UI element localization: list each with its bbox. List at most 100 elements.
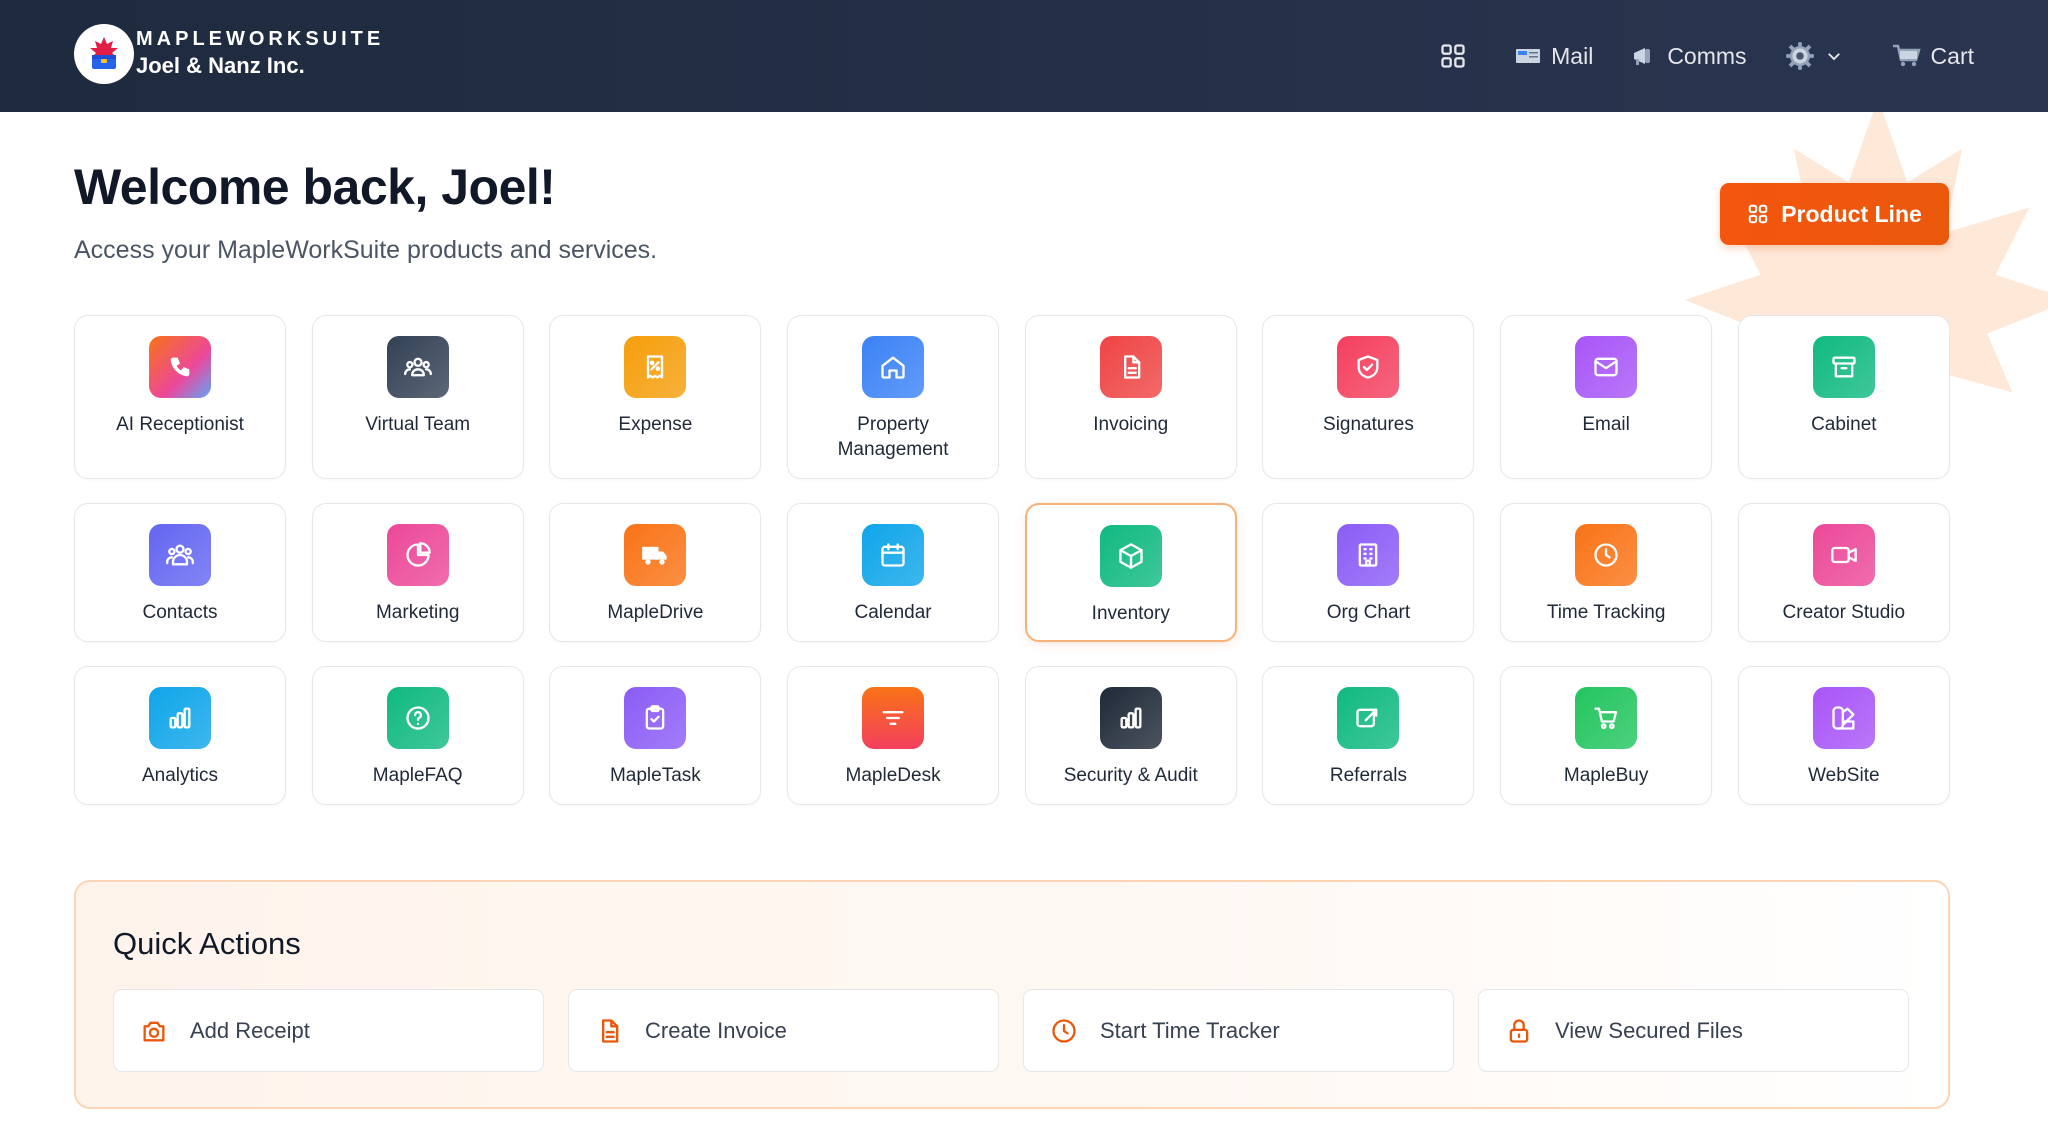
app-card-maplefaq[interactable]: MapleFAQ [311,666,524,805]
app-card-label: Contacts [142,602,218,623]
quick-actions-panel: Quick Actions Add Receipt Create Invoice S… [74,880,1950,1109]
home-icon [862,336,925,398]
nav-comms[interactable]: Comms [1631,43,1747,70]
people-icon [149,524,211,586]
cart-icon [1575,687,1638,749]
brand-name: MAPLEWORKSUITE [136,28,385,50]
company-name: Joel & Nanz Inc. [136,53,305,78]
quick-action-add-receipt[interactable]: Add Receipt [113,989,544,1072]
share-icon [1337,687,1400,749]
gear-icon [1785,41,1815,71]
page-title: Welcome back, Joel! [74,159,556,215]
app-card-time-tracking[interactable]: Time Tracking [1500,503,1713,642]
app-card-label: MapleDesk [845,765,941,786]
app-card-label: Calendar [854,602,932,623]
clock-icon [1050,1017,1078,1045]
quick-action-view-secured-files[interactable]: View Secured Files [1478,989,1909,1072]
app-card-label: MapleTask [609,765,701,786]
quick-action-label: View Secured Files [1555,1017,1743,1043]
app-card-marketing[interactable]: Marketing [311,503,524,642]
app-card-contacts[interactable]: Contacts [74,503,286,642]
quick-actions-title: Quick Actions [113,926,301,961]
filter-icon [862,687,925,749]
app-card-label: Inventory [1091,603,1170,624]
cart-icon [1891,43,1921,69]
app-card-label: Org Chart [1326,602,1411,623]
calendar-icon [862,524,925,586]
logo [74,24,134,84]
app-card-security-and-audit[interactable]: Security & Audit [1024,666,1237,805]
app-card-label: Expense [618,414,693,435]
app-card-label: Property Management [837,414,949,460]
app-card-website[interactable]: WebSite [1737,666,1950,805]
app-card-mapledesk[interactable]: MapleDesk [787,666,1000,805]
app-card-referrals[interactable]: Referrals [1262,666,1475,805]
app-grid: AI Receptionist Virtual Team Expense Proper… [74,315,1950,805]
app-card-label: Email [1582,414,1630,435]
app-card-mapledrive[interactable]: MapleDrive [549,503,762,642]
app-card-analytics[interactable]: Analytics [74,666,286,805]
document-icon [1099,336,1162,398]
app-card-org-chart[interactable]: Org Chart [1262,503,1475,642]
archive-icon [1812,336,1875,398]
nav-mail[interactable]: Mail [1515,43,1593,70]
app-card-label: Marketing [375,602,460,623]
app-card-maplebuy[interactable]: MapleBuy [1500,666,1713,805]
app-card-label: Referrals [1329,765,1407,786]
app-card-ai-receptionist[interactable]: AI Receptionist [74,315,286,479]
product-line-label: Product Line [1781,200,1922,227]
phone-icon [149,336,211,398]
app-card-label: MapleFAQ [372,765,463,786]
quick-action-start-time-tracker[interactable]: Start Time Tracker [1023,989,1454,1072]
app-card-mapletask[interactable]: MapleTask [549,666,762,805]
quick-action-label: Start Time Tracker [1100,1017,1280,1043]
cart-label: Cart [1930,42,1974,69]
welcome-section: Welcome back, Joel! Access your MapleWor… [74,158,657,265]
pie-chart-icon [386,524,449,586]
app-card-label: Virtual Team [365,414,471,435]
product-line-button[interactable]: Product Line [1720,183,1949,245]
app-card-virtual-team[interactable]: Virtual Team [311,315,524,479]
video-icon [1812,524,1875,586]
clipboard-check-icon [624,687,687,749]
nav-menu: Mail Comms Cart [1401,0,1974,112]
brand[interactable]: MAPLEWORKSUITE Joel & Nanz Inc. [74,24,384,84]
app-card-label: MapleBuy [1563,765,1649,786]
palette-icon [1812,687,1875,749]
app-card-label: Time Tracking [1546,602,1666,623]
app-card-label: Cabinet [1811,414,1877,435]
megaphone-icon [1631,44,1657,68]
mail-icon [1515,46,1541,66]
app-card-property-management[interactable]: Property Management [787,315,1000,479]
settings-dropdown[interactable] [1785,41,1853,71]
app-card-calendar[interactable]: Calendar [787,503,1000,642]
app-card-label: Signatures [1323,414,1414,435]
app-card-label: MapleDrive [607,602,704,623]
receipt-icon [624,336,687,398]
quick-action-label: Add Receipt [190,1017,310,1043]
apps-grid-button[interactable] [1439,42,1477,70]
app-card-label: Creator Studio [1782,602,1906,623]
app-card-signatures[interactable]: Signatures [1262,315,1475,479]
document-icon [595,1017,623,1045]
grid-icon [1439,42,1467,70]
mail-label: Mail [1551,42,1594,69]
app-card-label: Invoicing [1093,414,1169,435]
app-card-expense[interactable]: Expense [549,315,762,479]
quick-action-create-invoice[interactable]: Create Invoice [568,989,999,1072]
team-icon [386,336,449,398]
quick-actions-row: Add Receipt Create Invoice Start Time Trac… [113,989,1909,1072]
app-card-label: Analytics [141,765,219,786]
top-navbar: MAPLEWORKSUITE Joel & Nanz Inc. Mail Com… [0,0,2048,112]
app-card-invoicing[interactable]: Invoicing [1024,315,1237,479]
app-card-cabinet[interactable]: Cabinet [1737,315,1950,479]
app-card-label: Security & Audit [1063,765,1198,786]
quick-action-label: Create Invoice [645,1017,787,1043]
shield-check-icon [1337,336,1400,398]
app-card-creator-studio[interactable]: Creator Studio [1737,503,1950,642]
app-card-inventory[interactable]: Inventory [1024,503,1237,642]
app-card-email[interactable]: Email [1500,315,1713,479]
nav-cart[interactable]: Cart [1891,43,1974,70]
app-card-label: AI Receptionist [116,414,244,435]
bar-chart-icon [1099,687,1162,749]
